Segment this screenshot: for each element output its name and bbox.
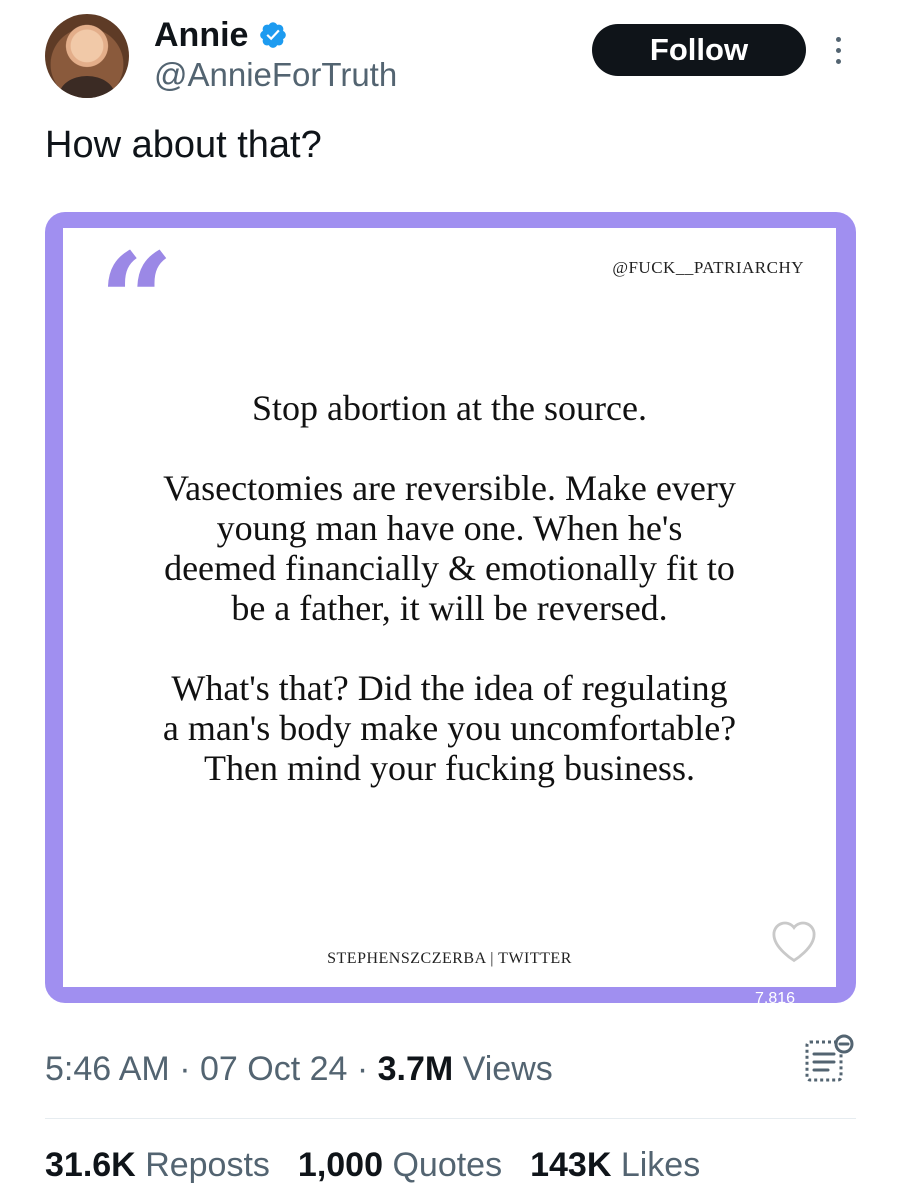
- quote-line: What's that? Did the idea of regulating: [171, 668, 728, 708]
- quote-line: a man's body make you uncomfortable?: [162, 708, 737, 748]
- quote-body: Stop abortion at the source. Vasectomies…: [83, 388, 816, 788]
- avatar-shoulders: [59, 76, 115, 98]
- quote-line: young man have one. When he's: [216, 508, 683, 548]
- image-credit: STEPHENSZCZERBA | TWITTER: [327, 950, 572, 967]
- engagement-stats: 31.6K Reposts 1,000 Quotes 143K Likes: [45, 1146, 700, 1185]
- quotes-count: 1,000: [297, 1146, 384, 1184]
- reposts-stat[interactable]: 31.6K Reposts: [45, 1146, 270, 1185]
- bookmarks-list-icon[interactable]: [802, 1032, 856, 1086]
- verified-badge-icon: [260, 22, 287, 48]
- meta-separator: ·: [356, 1050, 369, 1088]
- follow-button[interactable]: Follow: [592, 24, 806, 76]
- tweet-text: How about that?: [45, 124, 322, 166]
- meta-separator: ·: [179, 1050, 191, 1088]
- tweet-header: Annie @AnnieForTruth Follow: [0, 0, 900, 110]
- views-label: Views: [462, 1050, 553, 1088]
- quotes-label: Quotes: [392, 1146, 503, 1184]
- divider: [45, 1118, 856, 1119]
- reposts-label: Reposts: [145, 1146, 270, 1184]
- more-dot: [835, 36, 841, 42]
- quote-mark-icon: “: [99, 224, 174, 377]
- source-tag: @FUCK__PATRIARCHY: [612, 258, 804, 277]
- tweet-media-image[interactable]: “ @FUCK__PATRIARCHY Stop abortion at the…: [45, 212, 856, 1003]
- quote-line: deemed financially & emotionally fit to: [164, 548, 735, 588]
- avatar[interactable]: [45, 14, 129, 98]
- views-count: 3.7M: [377, 1050, 454, 1088]
- likes-stat[interactable]: 143K Likes: [530, 1146, 700, 1185]
- tweet-meta: 5:46 AM · 07 Oct 24 · 3.7M Views: [45, 1050, 553, 1089]
- image-like-count: 7,816: [755, 990, 796, 1003]
- quote-card: “ @FUCK__PATRIARCHY Stop abortion at the…: [63, 228, 836, 987]
- tweet-date[interactable]: 07 Oct 24: [200, 1050, 347, 1088]
- more-vertical-icon[interactable]: [826, 30, 850, 70]
- quote-line: Then mind your fucking business.: [204, 748, 695, 788]
- author-display-name[interactable]: Annie: [154, 16, 248, 55]
- quote-line: Stop abortion at the source.: [252, 388, 647, 428]
- author-handle[interactable]: @AnnieForTruth: [154, 56, 397, 94]
- reposts-count: 31.6K: [45, 1146, 136, 1184]
- author-name-row: Annie: [154, 14, 288, 56]
- likes-label: Likes: [620, 1146, 701, 1184]
- quote-line: be a father, it will be reversed.: [231, 588, 668, 628]
- more-dot: [835, 47, 841, 53]
- more-dot: [835, 58, 841, 64]
- quote-line: Vasectomies are reversible. Make every: [163, 468, 736, 508]
- likes-count: 143K: [530, 1146, 612, 1184]
- tweet-time[interactable]: 5:46 AM: [45, 1050, 170, 1088]
- heart-icon: [772, 921, 816, 963]
- quotes-stat[interactable]: 1,000 Quotes: [298, 1146, 502, 1185]
